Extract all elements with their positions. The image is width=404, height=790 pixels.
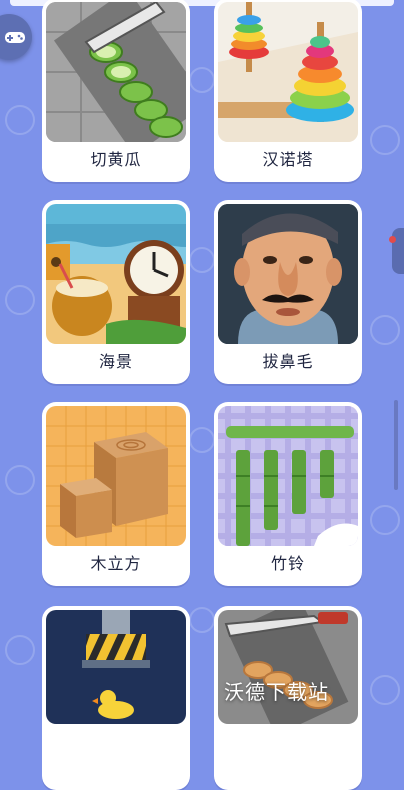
game-art-hanoi (218, 2, 358, 142)
side-float-tab[interactable] (389, 228, 404, 274)
game-art-woodcube (46, 406, 186, 546)
game-card-press[interactable] (42, 606, 190, 790)
game-card-hanoi[interactable]: 汉诺塔 (214, 0, 362, 182)
game-card-cucumber[interactable]: 切黄瓜 (42, 0, 190, 182)
game-label: 拔鼻毛 (262, 352, 314, 371)
game-art-nosehair (218, 204, 358, 344)
game-art-cucumber (46, 2, 186, 142)
scrollbar-thumb[interactable] (394, 400, 398, 490)
game-label: 汉诺塔 (262, 150, 314, 169)
game-art-knife (218, 610, 358, 724)
watermark-text: 沃德下载站 (224, 680, 329, 704)
game-art-bamboo-chime (218, 406, 358, 546)
notification-dot (389, 236, 396, 243)
game-label: 切黄瓜 (90, 150, 142, 169)
floating-game-button[interactable] (0, 14, 32, 60)
game-art-seaview (46, 204, 186, 344)
game-card-bamboo-chime[interactable]: 竹铃 (214, 402, 362, 586)
game-label: 竹铃 (270, 554, 305, 573)
game-label: 海景 (98, 352, 133, 371)
game-card-woodcube[interactable]: 木立方 (42, 402, 190, 586)
gamepad-icon (5, 32, 25, 43)
game-card-seaview[interactable]: 海景 (42, 200, 190, 384)
game-card-nosehair[interactable]: 拔鼻毛 (214, 200, 362, 384)
game-label: 木立方 (90, 554, 142, 573)
game-art-press (46, 610, 186, 724)
